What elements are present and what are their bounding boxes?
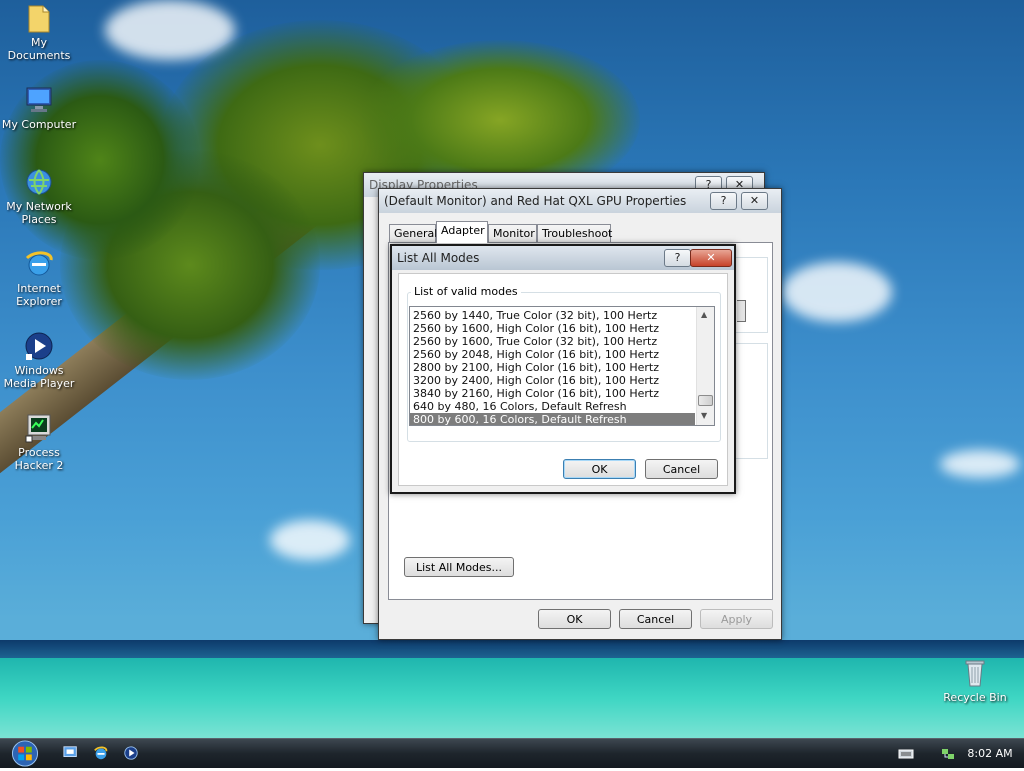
valid-modes-label: List of valid modes [411,285,521,298]
cloud-decoration [782,262,892,322]
desktop-icon-my-computer[interactable]: My Computer [1,84,77,131]
media-player-icon [25,332,53,360]
network-tray-icon [942,749,954,759]
dialog-title: List All Modes [397,251,480,265]
taskbar-clock[interactable]: 8:02 AM [962,739,1018,768]
taskbar: 8:02 AM [0,738,1024,768]
desktop-icon-label: My Documents [7,36,71,62]
desktop-icon-my-documents[interactable]: My Documents [1,2,77,62]
tab-strip: General Adapter Monitor Troubleshoot [389,221,773,244]
list-item[interactable]: 800 by 600, 16 Colors, Default Refresh [410,413,695,425]
keyboard-icon [898,749,914,759]
tray-keyboard[interactable] [898,747,914,761]
desktop-icon-label: Recycle Bin [943,691,1007,704]
tray-network[interactable] [940,746,956,762]
list-item[interactable]: 2560 by 1600, True Color (32 bit), 100 H… [410,335,695,348]
network-globe-icon [26,169,52,195]
desktop-icon-label: My Computer [1,118,77,131]
start-button[interactable] [8,739,42,768]
list-item[interactable]: 3840 by 2160, High Color (16 bit), 100 H… [410,387,695,400]
media-player-icon [124,746,138,760]
recycle-bin-icon [965,660,985,687]
internet-explorer-icon [94,746,108,760]
ok-button[interactable]: OK [538,609,611,629]
window-title: (Default Monitor) and Red Hat QXL GPU Pr… [384,194,687,208]
list-item[interactable]: 2560 by 1440, True Color (32 bit), 100 H… [410,309,695,322]
desktop-icon-process-hacker-2[interactable]: Process Hacker 2 [1,412,77,472]
apply-button[interactable]: Apply [700,609,773,629]
list-item[interactable]: 640 by 480, 16 Colors, Default Refresh [410,400,695,413]
adapter-properties-button-edge[interactable] [737,300,746,322]
tab-general[interactable]: General [389,224,437,242]
quick-launch-show-desktop[interactable] [63,745,81,763]
tab-troubleshoot[interactable]: Troubleshoot [537,224,612,242]
desktop-icon-internet-explorer[interactable]: Internet Explorer [1,248,77,308]
cloud-decoration [270,520,350,560]
list-item[interactable]: 2560 by 1600, High Color (16 bit), 100 H… [410,322,695,335]
cancel-button[interactable]: Cancel [645,459,718,479]
scroll-up-arrow[interactable]: ▲ [701,310,707,319]
close-button[interactable]: ✕ [741,192,768,210]
help-button[interactable]: ? [664,249,691,267]
dialog-body: List of valid modes 2560 by 1440, True C… [398,273,728,486]
computer-icon [26,87,52,112]
close-button[interactable]: ✕ [690,249,732,267]
tab-monitor[interactable]: Monitor [488,224,537,242]
vertical-scrollbar[interactable]: ▲ ▼ [696,307,714,425]
desktop-icon-label: My Network Places [6,200,72,226]
quick-launch-media-player[interactable] [123,745,141,763]
desktop-icon-recycle-bin[interactable]: Recycle Bin [937,657,1013,704]
internet-explorer-icon [25,251,53,276]
scroll-down-arrow[interactable]: ▼ [701,411,707,420]
modes-listbox[interactable]: 2560 by 1440, True Color (32 bit), 100 H… [409,306,715,426]
list-item[interactable]: 2800 by 2100, High Color (16 bit), 100 H… [410,361,695,374]
ok-button[interactable]: OK [563,459,636,479]
quick-launch-internet-explorer[interactable] [93,745,111,763]
list-all-modes-dialog[interactable]: List All Modes ? ✕ List of valid modes 2… [390,244,736,494]
start-orb-icon [11,740,39,767]
show-desktop-icon [63,746,77,757]
cloud-decoration [940,450,1020,478]
process-hacker-icon [25,414,51,443]
tab-adapter[interactable]: Adapter [436,221,488,243]
desktop-icon-label: Process Hacker 2 [14,446,64,472]
desktop-icon-my-network-places[interactable]: My Network Places [1,166,77,226]
ocean-horizon [0,640,1024,660]
list-all-modes-button[interactable]: List All Modes... [404,557,514,577]
cancel-button[interactable]: Cancel [619,609,692,629]
desktop-icon-windows-media-player[interactable]: Windows Media Player [1,330,77,390]
help-button[interactable]: ? [710,192,737,210]
modes-list: 2560 by 1440, True Color (32 bit), 100 H… [410,309,695,425]
desktop-icon-label: Windows Media Player [3,364,75,390]
list-item[interactable]: 2560 by 2048, High Color (16 bit), 100 H… [410,348,695,361]
lagoon-water [0,658,1024,738]
scroll-thumb[interactable] [698,395,713,406]
list-item[interactable]: 3200 by 2400, High Color (16 bit), 100 H… [410,374,695,387]
desktop-icon-label: Internet Explorer [16,282,62,308]
folder-icon [28,5,50,33]
